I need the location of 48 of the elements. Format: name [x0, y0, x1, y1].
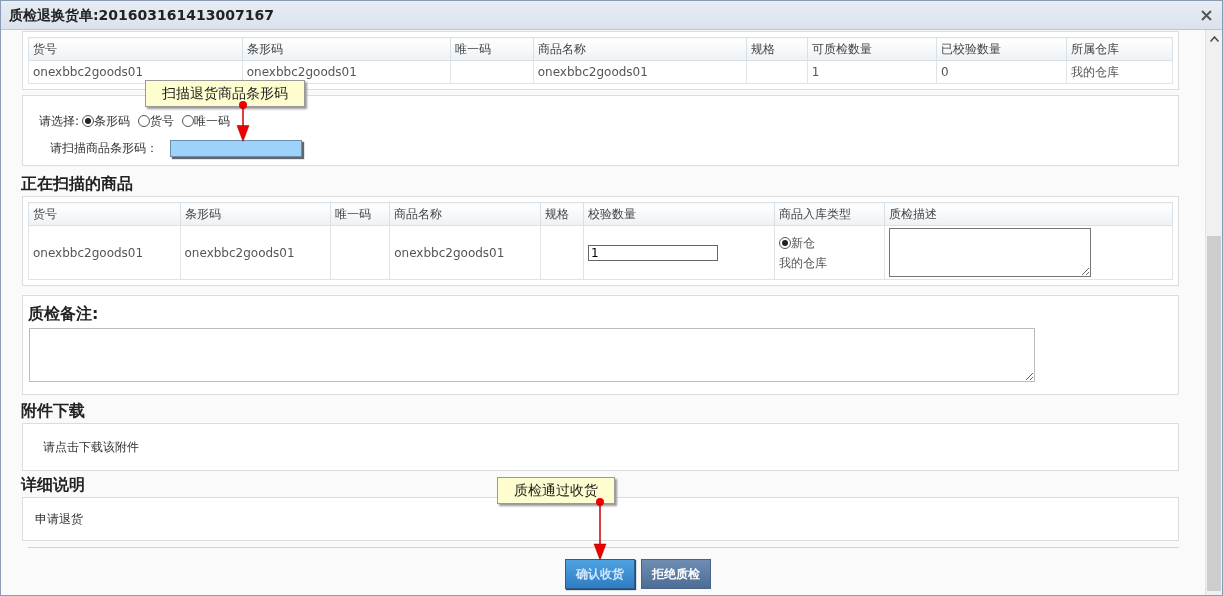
column-header: 货号 [28, 202, 180, 226]
detail-text: 申请退货 [35, 512, 83, 526]
radio-option[interactable]: 唯一码 [182, 112, 231, 130]
table-cell: onexbbc2goods01 [533, 60, 747, 84]
prompt-label: 请选择: [39, 113, 80, 130]
radio-option[interactable]: 条形码 [82, 112, 131, 130]
radio-option[interactable]: 新仓 [778, 233, 815, 253]
close-button[interactable] [1199, 7, 1214, 23]
radio-option[interactable]: 货号 [138, 112, 175, 130]
callout: 扫描退货商品条形码 [145, 80, 305, 107]
table-cell: onexbbc2goods01 [28, 225, 180, 280]
window-title: 质检退换货单:201603161413007167 [9, 5, 274, 25]
section-heading: 附件下载 [21, 401, 85, 421]
column-header: 条形码 [242, 37, 451, 61]
reject-button[interactable]: 拒绝质检 [640, 559, 711, 589]
attachment-text: 请点击下载该附件 [43, 440, 139, 454]
column-header: 商品名称 [389, 202, 541, 226]
column-header: 商品名称 [533, 37, 747, 61]
column-header: 规格 [540, 202, 584, 226]
column-header: 校验数量 [583, 202, 775, 226]
column-header: 可质检数量 [807, 37, 937, 61]
column-header: 商品入库类型 [774, 202, 885, 226]
section-heading: 质检备注: [28, 304, 99, 324]
section-heading: 正在扫描的商品 [21, 174, 133, 194]
column-header: 条形码 [180, 202, 331, 226]
table-cell: onexbbc2goods01 [389, 225, 541, 280]
field-label: 请扫描商品条形码： [50, 140, 158, 157]
warehouse-text: 我的仓库 [778, 255, 828, 272]
column-header: 已校验数量 [936, 37, 1067, 61]
column-header: 所属仓库 [1066, 37, 1173, 61]
column-header: 唯一码 [450, 37, 534, 61]
callout: 质检通过收货 [497, 477, 615, 504]
column-header: 质检描述 [884, 202, 1173, 226]
scroll-up-icon[interactable] [1209, 35, 1219, 42]
quantity-input[interactable]: 1 [587, 244, 718, 261]
table-cell: onexbbc2goods01 [180, 225, 331, 280]
table-cell: 我的仓库 [1066, 60, 1173, 84]
column-header: 货号 [28, 37, 243, 61]
table-cell: 1 [807, 60, 937, 84]
table-cell: 0 [936, 60, 1067, 84]
scrollbar[interactable] [1205, 30, 1222, 595]
section-heading: 详细说明 [21, 475, 85, 495]
barcode-input[interactable] [170, 139, 302, 157]
column-header: 规格 [746, 37, 808, 61]
pointer-arrow [235, 101, 251, 142]
pointer-arrow [591, 498, 608, 560]
column-header: 唯一码 [330, 202, 390, 226]
description-textarea[interactable] [888, 228, 1091, 277]
